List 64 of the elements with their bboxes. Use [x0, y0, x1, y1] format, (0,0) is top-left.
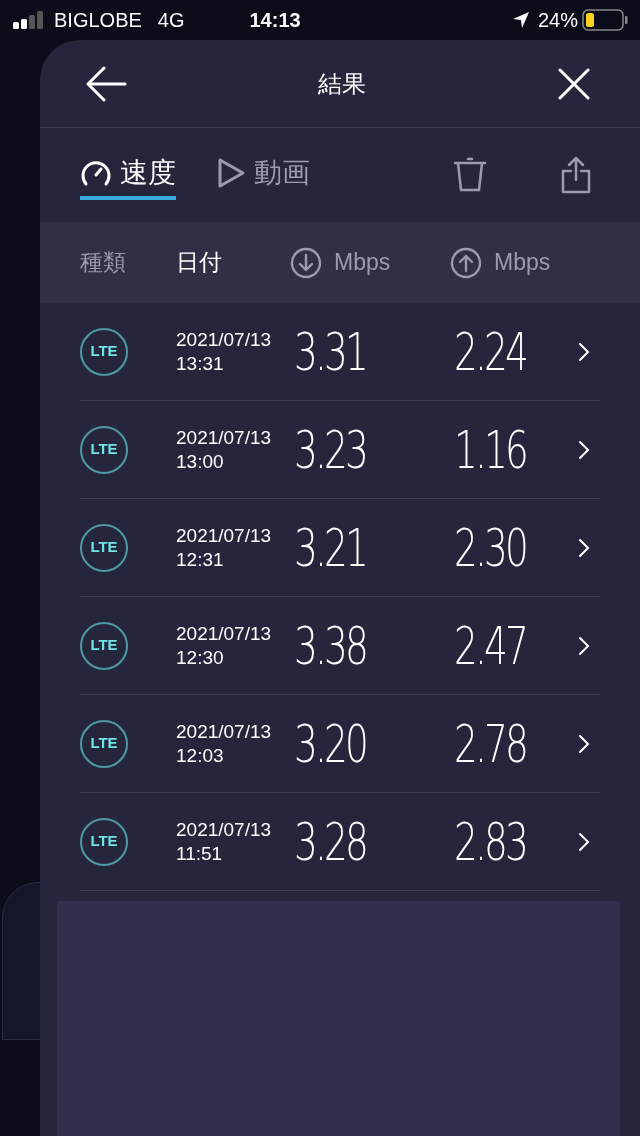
gauge-icon: [80, 158, 112, 188]
download-speed: 3.31: [294, 320, 367, 384]
page-title: 結果: [318, 68, 366, 99]
result-time: 13:31: [176, 351, 225, 376]
column-heading[interactable]: 日付: [176, 245, 222, 280]
battery-percent: 24%: [537, 8, 578, 33]
result-date: 2021/07/13: [176, 817, 273, 842]
download-speed: 3.38: [294, 614, 367, 678]
result-time: 12:03: [176, 743, 225, 768]
play-icon: [216, 157, 246, 189]
result-time: 12:31: [176, 547, 225, 572]
battery-icon: [582, 9, 628, 31]
download-speed: 3.28: [294, 810, 367, 874]
result-row[interactable]: LTE 2021/07/13 13:31 3.31 2.24: [80, 303, 600, 401]
result-row[interactable]: LTE 2021/07/13 12:30 3.38 2.47: [80, 597, 600, 695]
upload-speed: 2.83: [454, 810, 527, 874]
carrier-name: BIGLOBE: [54, 8, 142, 33]
up-arrow-circle-icon: [450, 246, 482, 279]
signal-icon: [12, 11, 46, 29]
chevron-right-icon: [578, 635, 590, 656]
result-date: 2021/07/13: [176, 327, 273, 352]
result-date: 2021/07/13: [176, 523, 273, 548]
result-row[interactable]: LTE 2021/07/13 11:51 3.28 2.83: [80, 793, 600, 891]
chevron-right-icon: [578, 341, 590, 362]
back-arrow-icon: [85, 64, 127, 103]
chevron-right-icon: [578, 831, 590, 852]
chevron-right-icon: [578, 733, 590, 754]
result-row[interactable]: LTE 2021/07/13 13:00 3.23 1.16: [80, 401, 600, 499]
column-heading[interactable]: 種類: [80, 245, 126, 280]
result-time: 13:00: [176, 449, 225, 474]
chevron-right-icon: [578, 439, 590, 460]
download-speed: 3.23: [294, 418, 367, 482]
close-icon: [558, 67, 590, 100]
share-icon: [561, 156, 591, 194]
network-badge: LTE: [80, 817, 128, 866]
upload-speed: 2.24: [454, 320, 527, 384]
tab[interactable]: 速度: [80, 150, 176, 200]
column-unit[interactable]: Mbps: [494, 245, 551, 280]
result-date: 2021/07/13: [176, 719, 273, 744]
tab[interactable]: 動画: [216, 150, 310, 200]
column-unit[interactable]: Mbps: [334, 245, 391, 280]
upload-speed: 2.78: [454, 712, 527, 776]
chevron-right-icon: [578, 537, 590, 558]
upload-speed: 2.30: [454, 516, 527, 580]
trash-icon: [453, 157, 487, 193]
result-date: 2021/07/13: [176, 621, 273, 646]
result-row[interactable]: LTE 2021/07/13 12:03 3.20 2.78: [80, 695, 600, 793]
network-badge: LTE: [80, 425, 128, 474]
network-type: 4G: [157, 8, 185, 33]
result-date: 2021/07/13: [176, 425, 273, 450]
download-speed: 3.20: [294, 712, 367, 776]
download-speed: 3.21: [294, 516, 367, 580]
result-row[interactable]: LTE 2021/07/13 12:31 3.21 2.30: [80, 499, 600, 597]
network-badge: LTE: [80, 523, 128, 572]
clock-time: 14:13: [249, 8, 301, 33]
upload-speed: 1.16: [454, 418, 527, 482]
upload-speed: 2.47: [454, 614, 527, 678]
network-badge: LTE: [80, 621, 128, 670]
network-badge: LTE: [80, 327, 128, 376]
result-time: 12:30: [176, 645, 225, 670]
down-arrow-circle-icon: [290, 246, 322, 279]
result-time: 11:51: [176, 841, 224, 866]
location-arrow-icon: [511, 11, 530, 29]
network-badge: LTE: [80, 719, 128, 768]
